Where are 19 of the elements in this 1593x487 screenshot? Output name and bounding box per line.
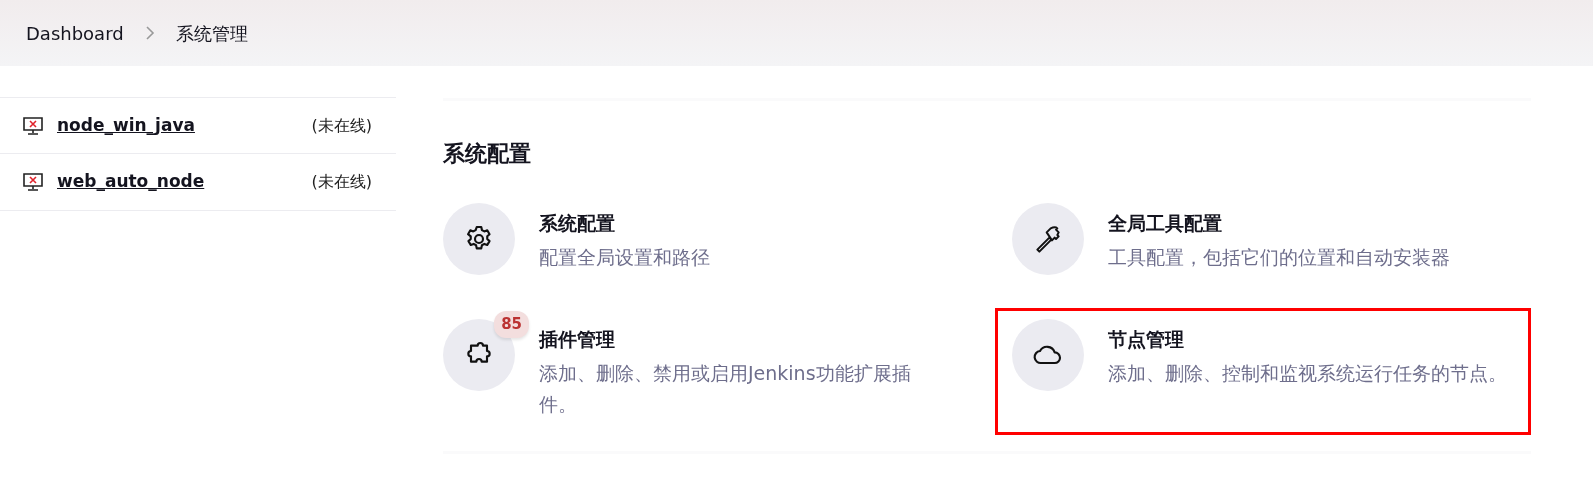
- item-title-link[interactable]: 系统配置: [539, 209, 710, 238]
- count-badge: 85: [494, 311, 529, 338]
- node-status: (未在线): [311, 114, 372, 137]
- chevron-icon: [143, 24, 156, 42]
- item-description: 工具配置，包括它们的位置和自动安装器: [1108, 244, 1450, 270]
- node-status: (未在线): [311, 171, 372, 193]
- node-link[interactable]: web_auto_node: [57, 169, 205, 195]
- breadcrumb-link[interactable]: 系统管理: [175, 19, 248, 47]
- breadcrumb-link[interactable]: Dashboard: [26, 19, 124, 47]
- item-title-link[interactable]: 全局工具配置: [1108, 209, 1450, 238]
- item-title-link[interactable]: 插件管理: [539, 325, 944, 354]
- item-description: 配置全局设置和路径: [539, 244, 710, 270]
- item-description: 添加、删除、控制和监视系统运行任务的节点。: [1108, 360, 1507, 386]
- item-description: 添加、删除、禁用或启用Jenkins功能扩展插件。: [539, 360, 912, 417]
- offline-computer-icon: [22, 172, 44, 192]
- offline-computer-icon: [22, 115, 44, 136]
- section-heading: 系统配置: [443, 140, 532, 168]
- node-link[interactable]: node_win_java: [57, 112, 195, 139]
- item-title-link[interactable]: 节点管理: [1108, 325, 1507, 354]
